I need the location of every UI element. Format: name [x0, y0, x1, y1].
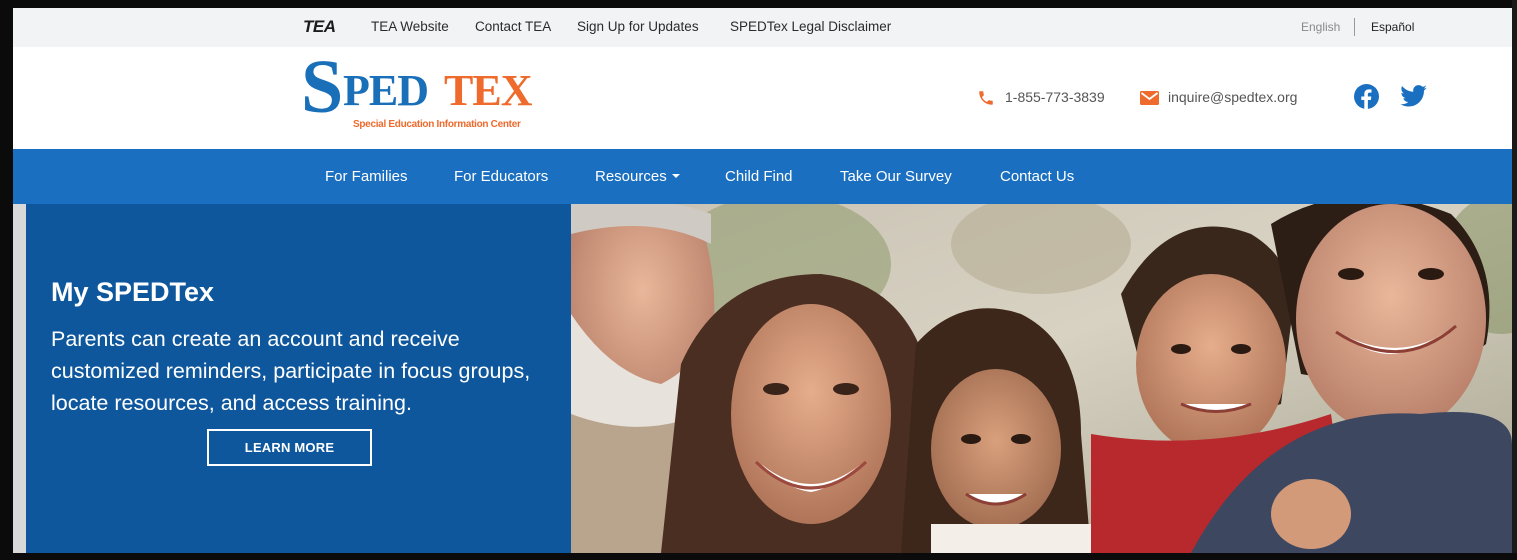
language-divider: [1354, 18, 1355, 36]
nav-for-families[interactable]: For Families: [325, 168, 408, 185]
hero-title: My SPEDTex: [51, 277, 215, 307]
nav-child-find[interactable]: Child Find: [725, 168, 793, 185]
nav-contact-us[interactable]: Contact Us: [1000, 168, 1074, 185]
hero-description: Parents can create an account and receiv…: [51, 327, 531, 415]
main-navigation: For Families For Educators Resources Chi…: [13, 149, 1512, 204]
nav-resources-dropdown[interactable]: Resources: [595, 168, 680, 185]
legal-disclaimer-link[interactable]: SPEDTex Legal Disclaimer: [730, 19, 891, 34]
facebook-icon[interactable]: [1354, 84, 1379, 109]
email-address[interactable]: inquire@spedtex.org: [1168, 89, 1297, 105]
nav-take-our-survey[interactable]: Take Our Survey: [840, 168, 952, 185]
tea-website-link[interactable]: TEA Website: [371, 19, 449, 34]
screen-frame-bottom: [0, 553, 1517, 560]
screen-frame-right: [1512, 0, 1517, 560]
language-spanish-link[interactable]: Español: [1371, 20, 1414, 34]
twitter-icon[interactable]: [1400, 85, 1427, 107]
hero-text-panel: My SPEDTex Parents can create an account…: [26, 204, 571, 553]
logo-letter-s: S: [301, 45, 344, 129]
nav-resources-label: Resources: [595, 168, 667, 185]
spedtex-logo[interactable]: S PED TEX Special Education Information …: [301, 49, 541, 130]
family-photo: [571, 204, 1512, 553]
logo-subtitle: Special Education Information Center: [353, 119, 521, 130]
utility-bar: TEA TEA Website Contact TEA Sign Up for …: [13, 8, 1512, 47]
sign-up-updates-link[interactable]: Sign Up for Updates: [577, 19, 699, 34]
screen-frame-left: [0, 0, 13, 560]
caret-down-icon: [671, 174, 680, 178]
tea-logo[interactable]: TEA: [303, 17, 336, 37]
nav-for-educators[interactable]: For Educators: [454, 168, 548, 185]
logo-tex: TEX: [444, 66, 532, 115]
site-header: S PED TEX Special Education Information …: [13, 47, 1512, 149]
learn-more-button[interactable]: LEARN MORE: [207, 429, 372, 466]
language-english-link[interactable]: English: [1301, 20, 1340, 34]
logo-ped: PED: [343, 66, 429, 115]
contact-tea-link[interactable]: Contact TEA: [475, 19, 551, 34]
phone-icon: [977, 89, 995, 107]
hero-left-edge: [13, 204, 26, 553]
mail-icon: [1140, 91, 1159, 105]
phone-number[interactable]: 1-855-773-3839: [1005, 89, 1105, 105]
screen-frame-top: [0, 0, 1517, 8]
